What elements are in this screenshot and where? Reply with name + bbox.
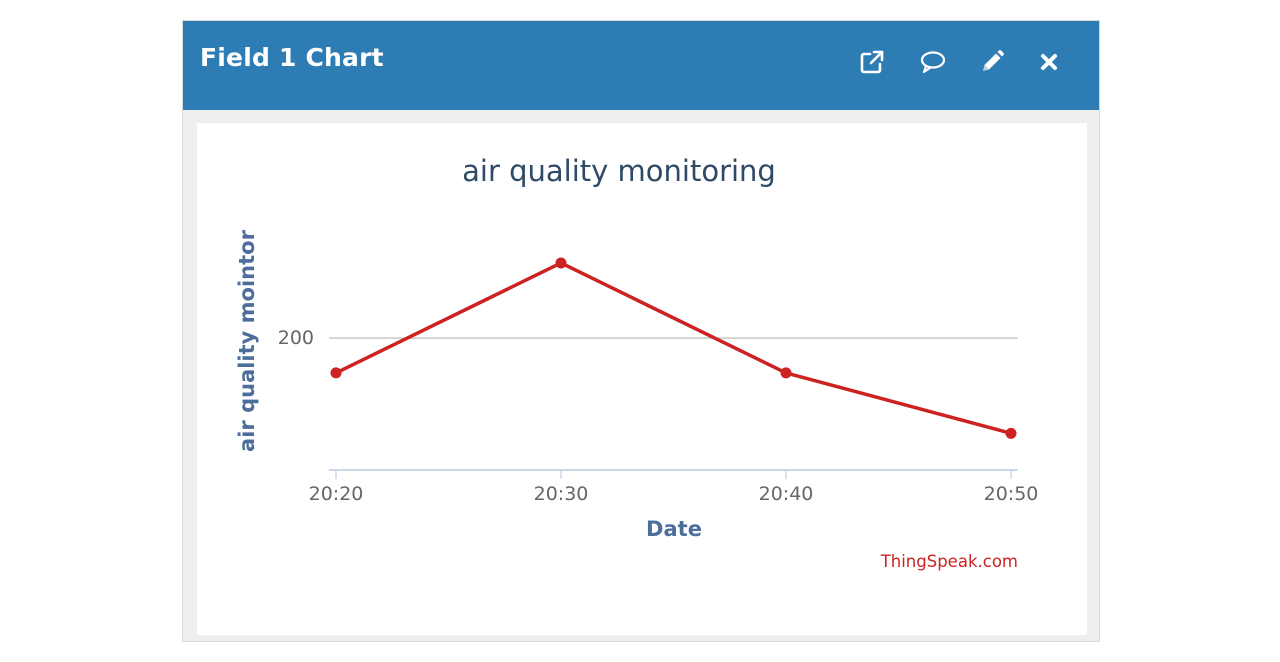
line-chart: air quality monitoring air quality moint… — [235, 154, 1039, 571]
x-axis-title: Date — [646, 517, 702, 541]
pencil-icon — [983, 50, 1004, 71]
data-point — [330, 367, 342, 379]
open-external-button[interactable] — [857, 47, 887, 77]
data-point — [780, 367, 792, 379]
credit-link[interactable]: ThingSpeak.com — [880, 552, 1018, 571]
x-tick-label: 20:20 — [309, 483, 364, 505]
widget-title: Field 1 Chart — [200, 43, 384, 72]
chart-title: air quality monitoring — [462, 154, 776, 188]
x-tick-label: 20:30 — [534, 483, 589, 505]
chart-panel: air quality monitoring air quality moint… — [197, 123, 1087, 635]
x-tick-labels: 20:20 20:30 20:40 20:50 — [309, 483, 1039, 505]
data-point — [1005, 427, 1017, 439]
close-button[interactable] — [1034, 47, 1064, 77]
external-link-icon — [860, 50, 884, 74]
x-tick-label: 20:40 — [759, 483, 814, 505]
y-axis-title: air quality mointor — [235, 229, 259, 452]
data-point — [555, 257, 567, 269]
chart-widget: Field 1 Chart air quality monitoring air… — [182, 20, 1100, 642]
y-tick-label: 200 — [278, 327, 314, 349]
series-line — [335, 261, 1012, 436]
comment-button[interactable] — [918, 47, 948, 77]
comment-icon — [920, 51, 946, 74]
edit-button[interactable] — [977, 47, 1007, 77]
widget-header: Field 1 Chart — [183, 21, 1099, 110]
x-tick-label: 20:50 — [984, 483, 1039, 505]
close-icon — [1041, 54, 1057, 70]
